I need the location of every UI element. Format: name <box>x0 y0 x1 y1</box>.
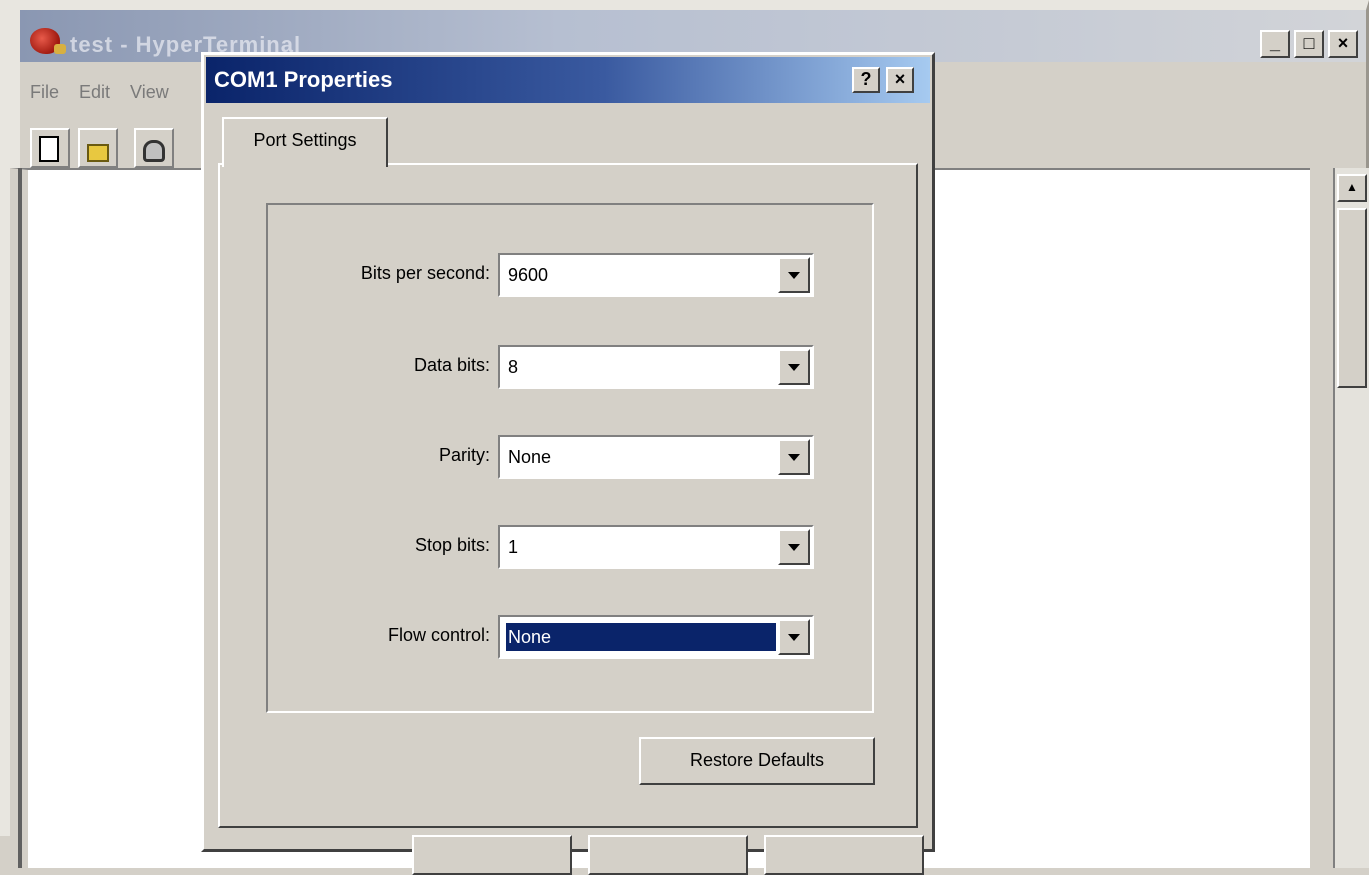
flow-control-label: Flow control: <box>387 625 490 645</box>
flow-control-row: Flow control: None <box>204 615 938 659</box>
stop-bits-label: Stop bits: <box>414 535 490 555</box>
cancel-button[interactable] <box>588 835 748 875</box>
scroll-thumb[interactable] <box>1337 208 1367 388</box>
stop-bits-value: 1 <box>508 537 519 557</box>
menu-file[interactable]: File <box>30 82 59 103</box>
data-bits-row: Data bits: 8 <box>204 345 938 389</box>
menu-view[interactable]: View <box>130 82 169 103</box>
stop-bits-row: Stop bits: 1 <box>204 525 938 569</box>
flow-control-value: None <box>506 623 776 651</box>
maximize-button[interactable]: □ <box>1294 30 1324 58</box>
chevron-down-icon[interactable] <box>778 619 810 655</box>
call-button[interactable] <box>134 128 174 168</box>
terminal-border <box>18 168 22 868</box>
scroll-up-arrow-icon[interactable]: ▲ <box>1337 174 1367 202</box>
menu-edit[interactable]: Edit <box>79 82 110 103</box>
phone-icon <box>143 140 165 162</box>
flow-control-select[interactable]: None <box>498 615 814 659</box>
data-bits-label: Data bits: <box>413 355 490 375</box>
new-connection-button[interactable] <box>30 128 70 168</box>
open-button[interactable] <box>78 128 118 168</box>
vertical-scrollbar[interactable]: ▲ <box>1333 168 1369 868</box>
menu-bar: File Edit View <box>30 82 169 103</box>
dialog-titlebar[interactable]: COM1 Properties ? × <box>206 57 930 103</box>
apply-button[interactable] <box>764 835 924 875</box>
help-button[interactable]: ? <box>852 67 880 93</box>
dialog-close-button[interactable]: × <box>886 67 914 93</box>
dialog-title: COM1 Properties <box>214 67 393 92</box>
toolbar <box>30 128 174 168</box>
chevron-down-icon[interactable] <box>778 529 810 565</box>
parity-label: Parity: <box>438 445 490 465</box>
open-icon <box>87 144 109 162</box>
chevron-down-icon[interactable] <box>778 439 810 475</box>
bits-per-second-value: 9600 <box>508 265 549 285</box>
chevron-down-icon[interactable] <box>778 349 810 385</box>
chevron-down-icon[interactable] <box>778 257 810 293</box>
ok-button[interactable] <box>412 835 572 875</box>
new-connection-icon <box>39 136 59 162</box>
parity-row: Parity: None <box>204 435 938 479</box>
data-bits-value: 8 <box>508 357 519 377</box>
bits-per-second-label: Bits per second: <box>360 263 490 283</box>
stop-bits-select[interactable]: 1 <box>498 525 814 569</box>
bits-per-second-row: Bits per second: 9600 <box>204 253 938 297</box>
minimize-button[interactable]: _ <box>1260 30 1290 58</box>
parity-value: None <box>508 447 552 467</box>
restore-defaults-button[interactable]: Restore Defaults <box>639 737 875 785</box>
close-button[interactable]: × <box>1328 30 1358 58</box>
tab-port-settings[interactable]: Port Settings <box>222 117 388 167</box>
com1-properties-dialog: COM1 Properties ? × Port Settings Bits p… <box>201 52 938 875</box>
bits-per-second-select[interactable]: 9600 <box>498 253 814 297</box>
hyperterminal-app-icon <box>30 28 66 54</box>
data-bits-select[interactable]: 8 <box>498 345 814 389</box>
parity-select[interactable]: None <box>498 435 814 479</box>
